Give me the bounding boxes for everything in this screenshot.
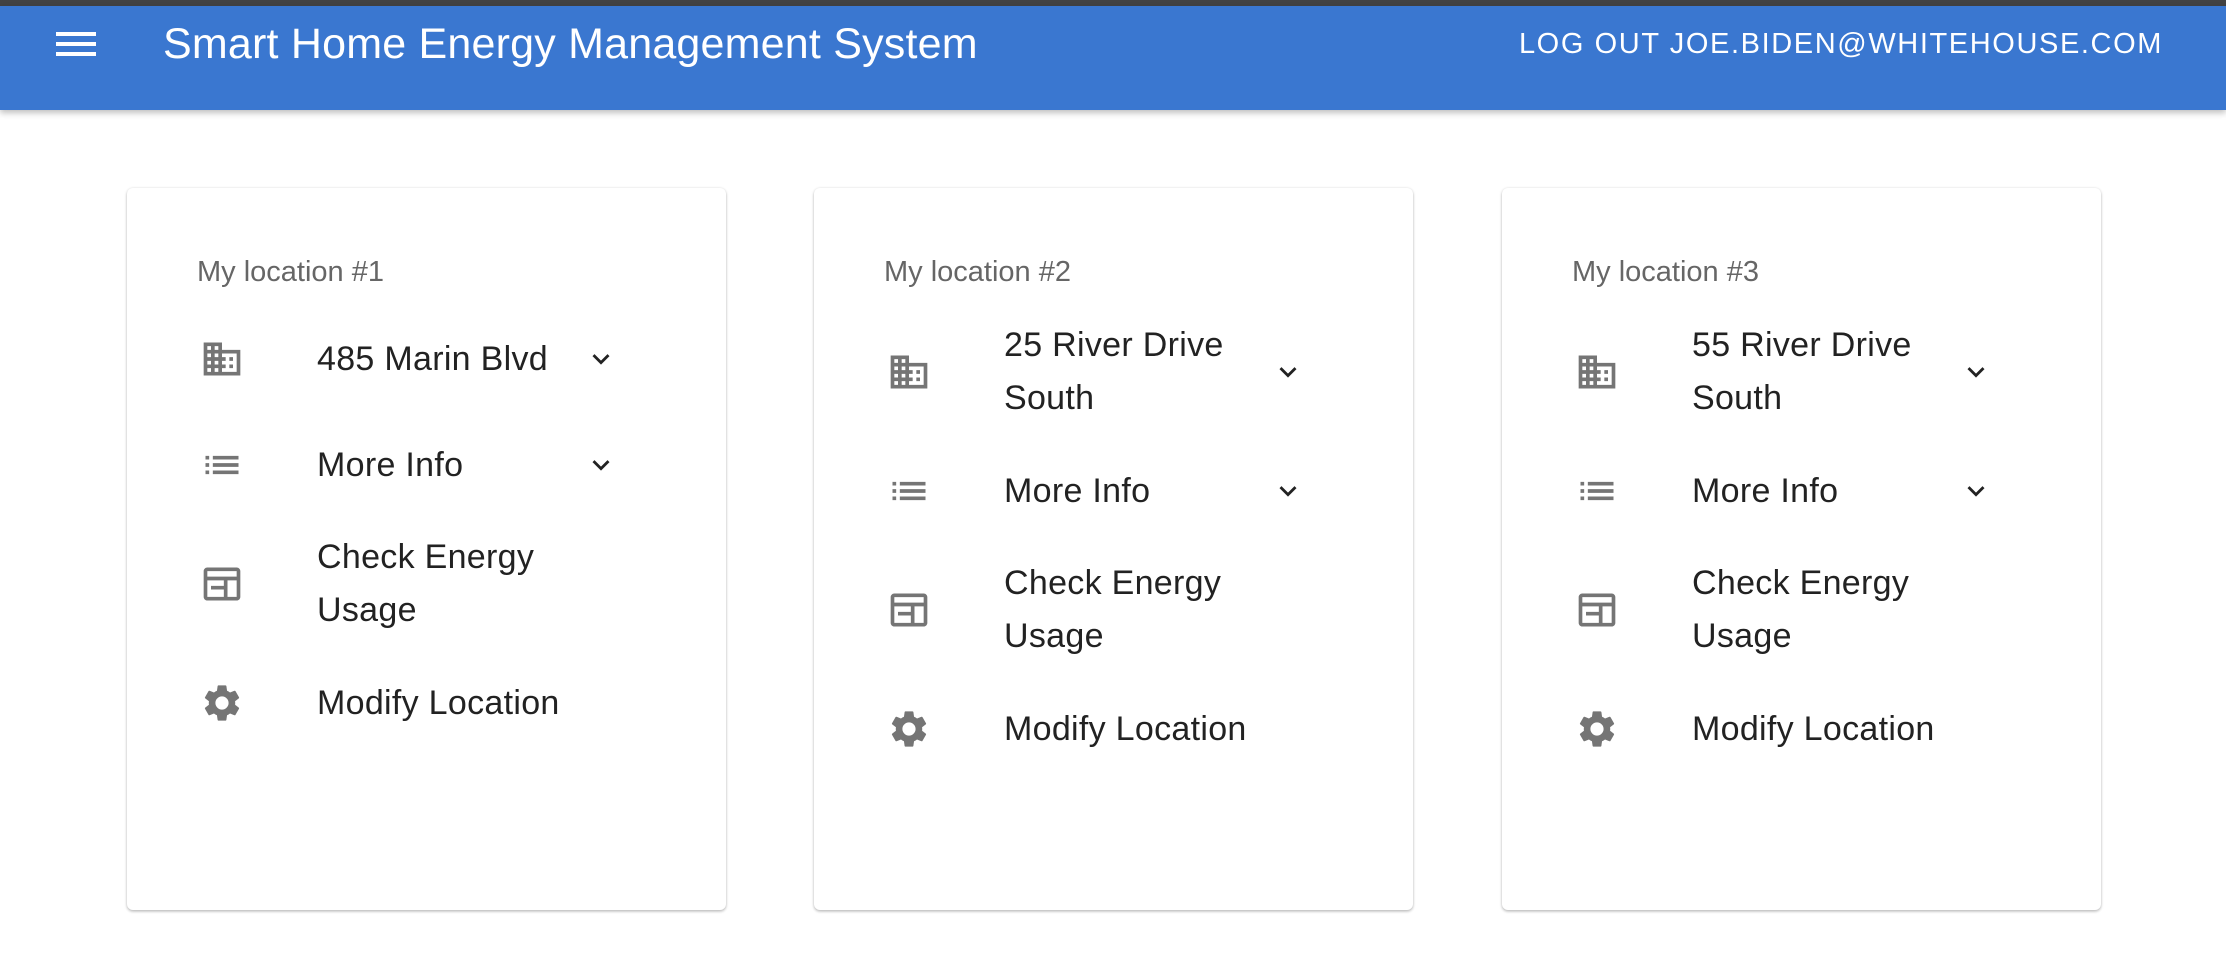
dashboard-icon (1572, 585, 1622, 635)
check-energy-label: Check Energy Usage (1692, 564, 1910, 655)
chevron-down-icon[interactable] (583, 341, 619, 377)
location-card: My location #1 485 Marin Blvd More Info (127, 188, 726, 910)
address-label: 55 River Drive South (1692, 326, 1912, 417)
chevron-down-icon[interactable] (1270, 354, 1306, 390)
address-item[interactable]: 55 River Drive South (1554, 306, 2054, 438)
chevron-down-icon[interactable] (583, 447, 619, 483)
building-icon (197, 334, 247, 384)
check-energy-item[interactable]: Check Energy Usage (866, 544, 1366, 676)
modify-location-item[interactable]: Modify Location (1554, 676, 2054, 782)
menu-button[interactable] (46, 18, 106, 70)
modify-location-label: Modify Location (1692, 709, 1935, 748)
more-info-label: More Info (1692, 471, 1839, 510)
check-energy-label: Check Energy Usage (317, 538, 535, 629)
location-menu: 55 River Drive South More Info Check Ene (1554, 306, 2054, 782)
modify-location-item[interactable]: Modify Location (866, 676, 1366, 782)
location-cards: My location #1 485 Marin Blvd More Info (127, 188, 2101, 910)
check-energy-label: Check Energy Usage (1004, 564, 1222, 655)
card-title: My location #1 (197, 256, 384, 288)
chevron-down-icon[interactable] (1958, 354, 1994, 390)
list-icon (1572, 466, 1622, 516)
page-title: Smart Home Energy Management System (163, 20, 978, 68)
building-icon (884, 347, 934, 397)
more-info-item[interactable]: More Info (179, 412, 679, 518)
menu-icon (56, 32, 96, 56)
modify-location-label: Modify Location (317, 683, 560, 722)
check-energy-item[interactable]: Check Energy Usage (1554, 544, 2054, 676)
dashboard-icon (197, 559, 247, 609)
location-menu: 485 Marin Blvd More Info Check Energy Us (179, 306, 679, 756)
chevron-down-icon[interactable] (1270, 473, 1306, 509)
check-energy-item[interactable]: Check Energy Usage (179, 518, 679, 650)
address-item[interactable]: 25 River Drive South (866, 306, 1366, 438)
address-label: 25 River Drive South (1004, 326, 1224, 417)
gear-icon (884, 704, 934, 754)
location-card: My location #3 55 River Drive South More… (1502, 188, 2101, 910)
more-info-item[interactable]: More Info (1554, 438, 2054, 544)
more-info-label: More Info (1004, 471, 1151, 510)
list-icon (884, 466, 934, 516)
building-icon (1572, 347, 1622, 397)
more-info-label: More Info (317, 445, 464, 484)
modify-location-label: Modify Location (1004, 709, 1247, 748)
card-title: My location #2 (884, 256, 1071, 288)
modify-location-item[interactable]: Modify Location (179, 650, 679, 756)
app-bar: Smart Home Energy Management System LOG … (0, 6, 2226, 110)
gear-icon (197, 678, 247, 728)
location-menu: 25 River Drive South More Info Check Ene (866, 306, 1366, 782)
logout-button[interactable]: LOG OUT JOE.BIDEN@WHITEHOUSE.COM (1519, 12, 2163, 76)
address-label: 485 Marin Blvd (317, 339, 548, 378)
address-item[interactable]: 485 Marin Blvd (179, 306, 679, 412)
chevron-down-icon[interactable] (1958, 473, 1994, 509)
dashboard-icon (884, 585, 934, 635)
location-card: My location #2 25 River Drive South More… (814, 188, 1413, 910)
card-title: My location #3 (1572, 256, 1759, 288)
gear-icon (1572, 704, 1622, 754)
list-icon (197, 440, 247, 490)
more-info-item[interactable]: More Info (866, 438, 1366, 544)
